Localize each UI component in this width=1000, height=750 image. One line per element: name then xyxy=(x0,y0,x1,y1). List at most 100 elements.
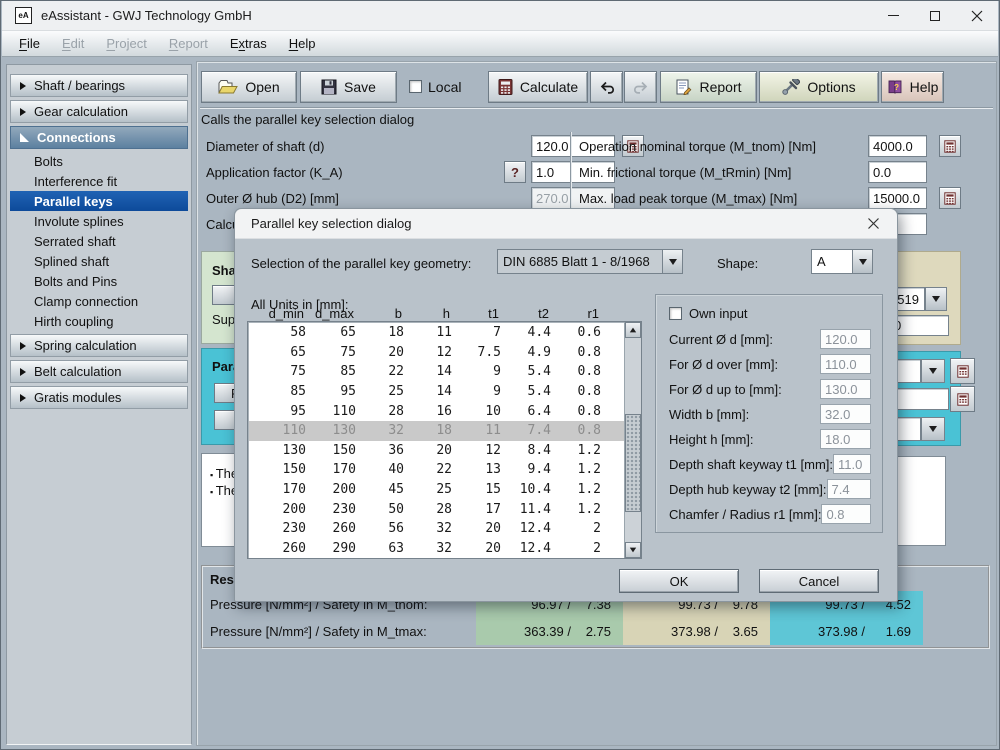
calc-icon xyxy=(944,140,956,153)
table-row[interactable]: 110 130 32 18 11 7.4 0.8 xyxy=(249,421,626,441)
table-row[interactable]: 130 150 36 20 12 8.4 1.2 xyxy=(249,441,626,461)
app-window: eA eAssistant - GWJ Technology GmbH File… xyxy=(0,0,1000,750)
report-button[interactable]: Report xyxy=(660,71,757,103)
max-peak-torque-input[interactable]: 15000.0 xyxy=(868,187,927,209)
dimension-field-input[interactable]: 32.0 xyxy=(820,404,871,424)
menu-item[interactable]: Project xyxy=(95,32,157,55)
save-button[interactable]: Save xyxy=(300,71,397,103)
min-frictional-torque-input[interactable]: 0.0 xyxy=(868,161,927,183)
table-row[interactable]: 170 200 45 25 15 10.4 1.2 xyxy=(249,480,626,500)
options-button[interactable]: Options xyxy=(759,71,879,103)
dimension-field-input[interactable]: 7.4 xyxy=(827,479,871,499)
sidebar-item[interactable]: Bolts xyxy=(7,151,191,171)
sidebar-item-label: Gratis modules xyxy=(34,390,121,405)
column-header: r1 xyxy=(549,306,599,321)
open-folder-icon xyxy=(218,79,238,95)
shape-dropdown[interactable]: A xyxy=(811,249,873,274)
dimension-field-input[interactable]: 120.0 xyxy=(820,329,871,349)
menu-item[interactable]: Edit xyxy=(51,32,95,55)
teal-row1-dropdown-button[interactable] xyxy=(921,359,945,383)
expand-arrow-icon xyxy=(20,394,26,402)
nominal-torque-calc-button[interactable] xyxy=(939,135,961,157)
table-row[interactable]: 260 290 63 32 20 12.4 2 xyxy=(249,539,626,559)
teal-row2-calc-button[interactable] xyxy=(950,386,975,412)
sidebar-item[interactable]: Spring calculation xyxy=(10,334,188,357)
dimension-field-input[interactable]: 18.0 xyxy=(820,429,871,449)
sidebar-item[interactable]: Connections xyxy=(10,126,188,149)
geometry-dropdown[interactable]: DIN 6885 Blatt 1 - 8/1968 xyxy=(497,249,683,274)
dimension-field-input[interactable]: 0.8 xyxy=(821,504,871,524)
own-input-checkbox[interactable] xyxy=(669,307,682,320)
calculate-button[interactable]: Calculate xyxy=(488,71,588,103)
nominal-torque-input[interactable]: 4000.0 xyxy=(868,135,927,157)
max-peak-torque-calc-button[interactable] xyxy=(939,187,961,209)
help-button[interactable]: ? Help xyxy=(881,71,944,103)
shape-dropdown-button[interactable] xyxy=(852,249,873,274)
calc-icon xyxy=(957,365,969,378)
chevron-up-icon xyxy=(630,328,636,333)
table-row[interactable]: 200 230 50 28 17 11.4 1.2 xyxy=(249,499,626,519)
sidebar-item[interactable]: Bolts and Pins xyxy=(7,271,191,291)
scroll-down-button[interactable] xyxy=(625,542,641,558)
dimension-field-input[interactable]: 130.0 xyxy=(820,379,871,399)
table-scrollbar[interactable] xyxy=(624,322,641,558)
local-checkbox[interactable] xyxy=(409,80,422,93)
right-top-dropdown-button[interactable] xyxy=(925,287,947,311)
teal-row3-dropdown-button[interactable] xyxy=(921,417,945,441)
dimension-field-row: For Ø d over [mm]: 110.0 xyxy=(669,354,871,374)
dialog-close-button[interactable] xyxy=(858,212,888,236)
right-top-field[interactable]: 0 xyxy=(889,315,949,336)
chevron-down-icon xyxy=(932,296,940,302)
dimension-field-input[interactable]: 110.0 xyxy=(820,354,871,374)
menu-item[interactable]: File xyxy=(8,32,51,55)
table-row[interactable]: 58 65 18 11 7 4.4 0.6 xyxy=(249,323,626,343)
undo-button[interactable] xyxy=(590,71,623,103)
sidebar-item[interactable]: Serrated shaft xyxy=(7,231,191,251)
table-row[interactable]: 150 170 40 22 13 9.4 1.2 xyxy=(249,460,626,480)
sidebar-item[interactable]: Parallel keys xyxy=(10,191,188,211)
own-input-row: Own input xyxy=(669,306,748,321)
sidebar-item[interactable]: Belt calculation xyxy=(10,360,188,383)
menu-item[interactable]: Extras xyxy=(219,32,278,55)
application-factor-help-button[interactable]: ? xyxy=(504,161,526,183)
dimension-field-label: For Ø d up to [mm]: xyxy=(669,382,782,397)
dimension-field-input[interactable]: 11.0 xyxy=(833,454,871,474)
table-row[interactable]: 85 95 25 14 9 5.4 0.8 xyxy=(249,382,626,402)
geometry-dropdown-value: DIN 6885 Blatt 1 - 8/1968 xyxy=(497,249,662,274)
sidebar-item[interactable]: Shaft / bearings xyxy=(10,74,188,97)
scroll-up-button[interactable] xyxy=(625,322,641,338)
sidebar-item-label: Interference fit xyxy=(34,174,117,189)
open-button[interactable]: Open xyxy=(201,71,297,103)
expand-arrow-icon xyxy=(20,133,29,142)
table-row[interactable]: 95 110 28 16 10 6.4 0.8 xyxy=(249,401,626,421)
sidebar-item[interactable]: Involute splines xyxy=(7,211,191,231)
menu-item[interactable]: Help xyxy=(278,32,327,55)
sidebar-item[interactable]: Interference fit xyxy=(7,171,191,191)
table-row[interactable]: 75 85 22 14 9 5.4 0.8 xyxy=(249,362,626,382)
sidebar-item[interactable]: Splined shaft xyxy=(7,251,191,271)
sidebar-item[interactable]: Clamp connection xyxy=(7,291,191,311)
redo-button[interactable] xyxy=(624,71,657,103)
report-button-label: Report xyxy=(699,79,741,95)
sidebar-item[interactable]: Gratis modules xyxy=(10,386,188,409)
cancel-button[interactable]: Cancel xyxy=(759,569,879,593)
shape-label: Shape: xyxy=(717,256,758,271)
results-row: Pressure [N/mm²] / Safety in M_tmax: 363… xyxy=(205,618,923,645)
scrollbar-thumb[interactable] xyxy=(625,414,641,512)
sidebar-item[interactable]: Hirth coupling xyxy=(7,311,191,331)
teal-row1-calc-button[interactable] xyxy=(950,358,975,384)
table-row[interactable]: 65 75 20 12 7.5 4.9 0.8 xyxy=(249,343,626,363)
table-row[interactable]: 230 260 56 32 20 12.4 2 xyxy=(249,519,626,539)
parallel-key-selection-dialog: Parallel key selection dialog Selection … xyxy=(234,208,898,602)
sidebar-item[interactable]: Gear calculation xyxy=(10,100,188,123)
sidebar-item-label: Serrated shaft xyxy=(34,234,116,249)
close-button[interactable] xyxy=(956,1,998,31)
geometry-dropdown-button[interactable] xyxy=(662,249,683,274)
minimize-button[interactable] xyxy=(872,1,914,31)
expand-arrow-icon xyxy=(20,368,26,376)
local-checkbox-label: Local xyxy=(428,79,461,95)
menu-item[interactable]: Report xyxy=(158,32,219,55)
dimension-field-row: Depth hub keyway t2 [mm]: 7.4 xyxy=(669,479,871,499)
maximize-button[interactable] xyxy=(914,1,956,31)
ok-button[interactable]: OK xyxy=(619,569,739,593)
